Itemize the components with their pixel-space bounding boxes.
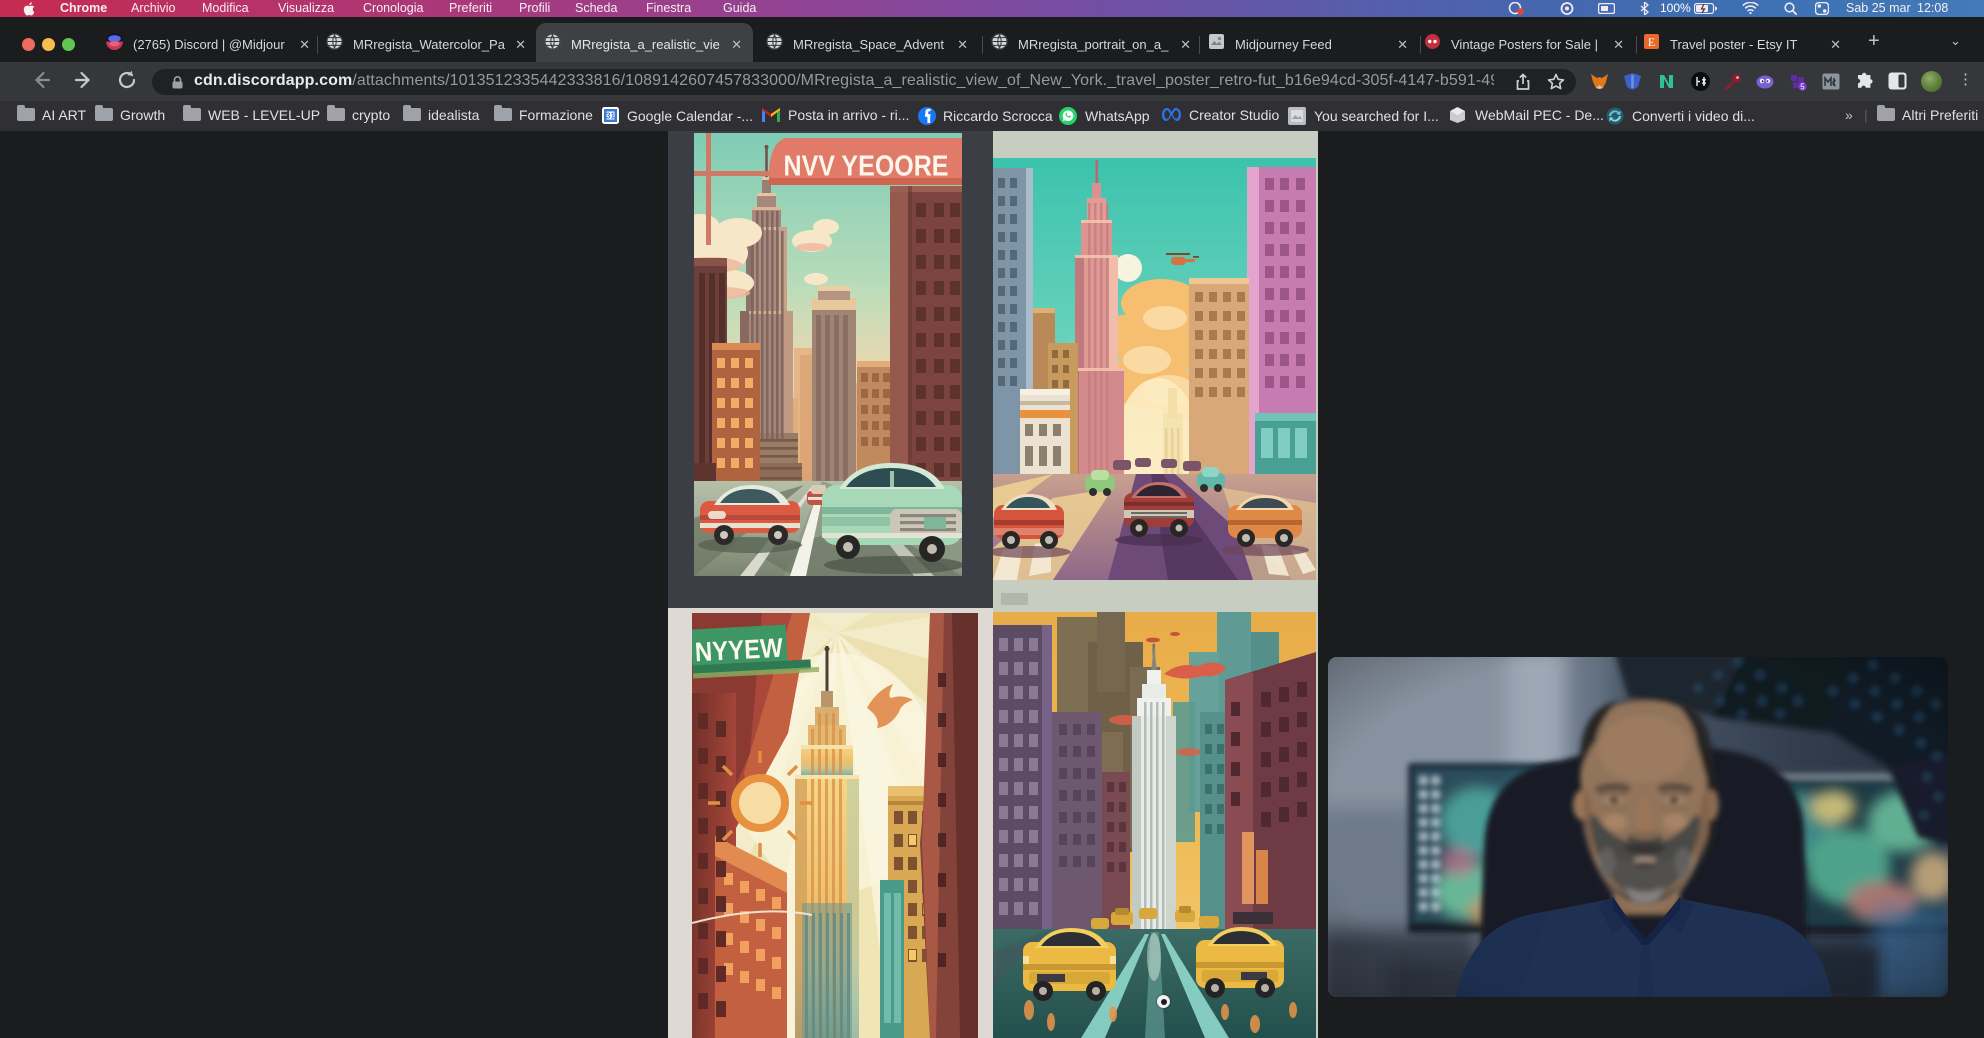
svg-text:5: 5 [1800, 83, 1805, 92]
svg-text:NYYEW: NYYEW [694, 633, 784, 668]
svg-text:E: E [1648, 35, 1655, 49]
svg-text:NVV YEOORE: NVV YEOORE [784, 150, 949, 182]
svg-text:31: 31 [606, 112, 615, 121]
